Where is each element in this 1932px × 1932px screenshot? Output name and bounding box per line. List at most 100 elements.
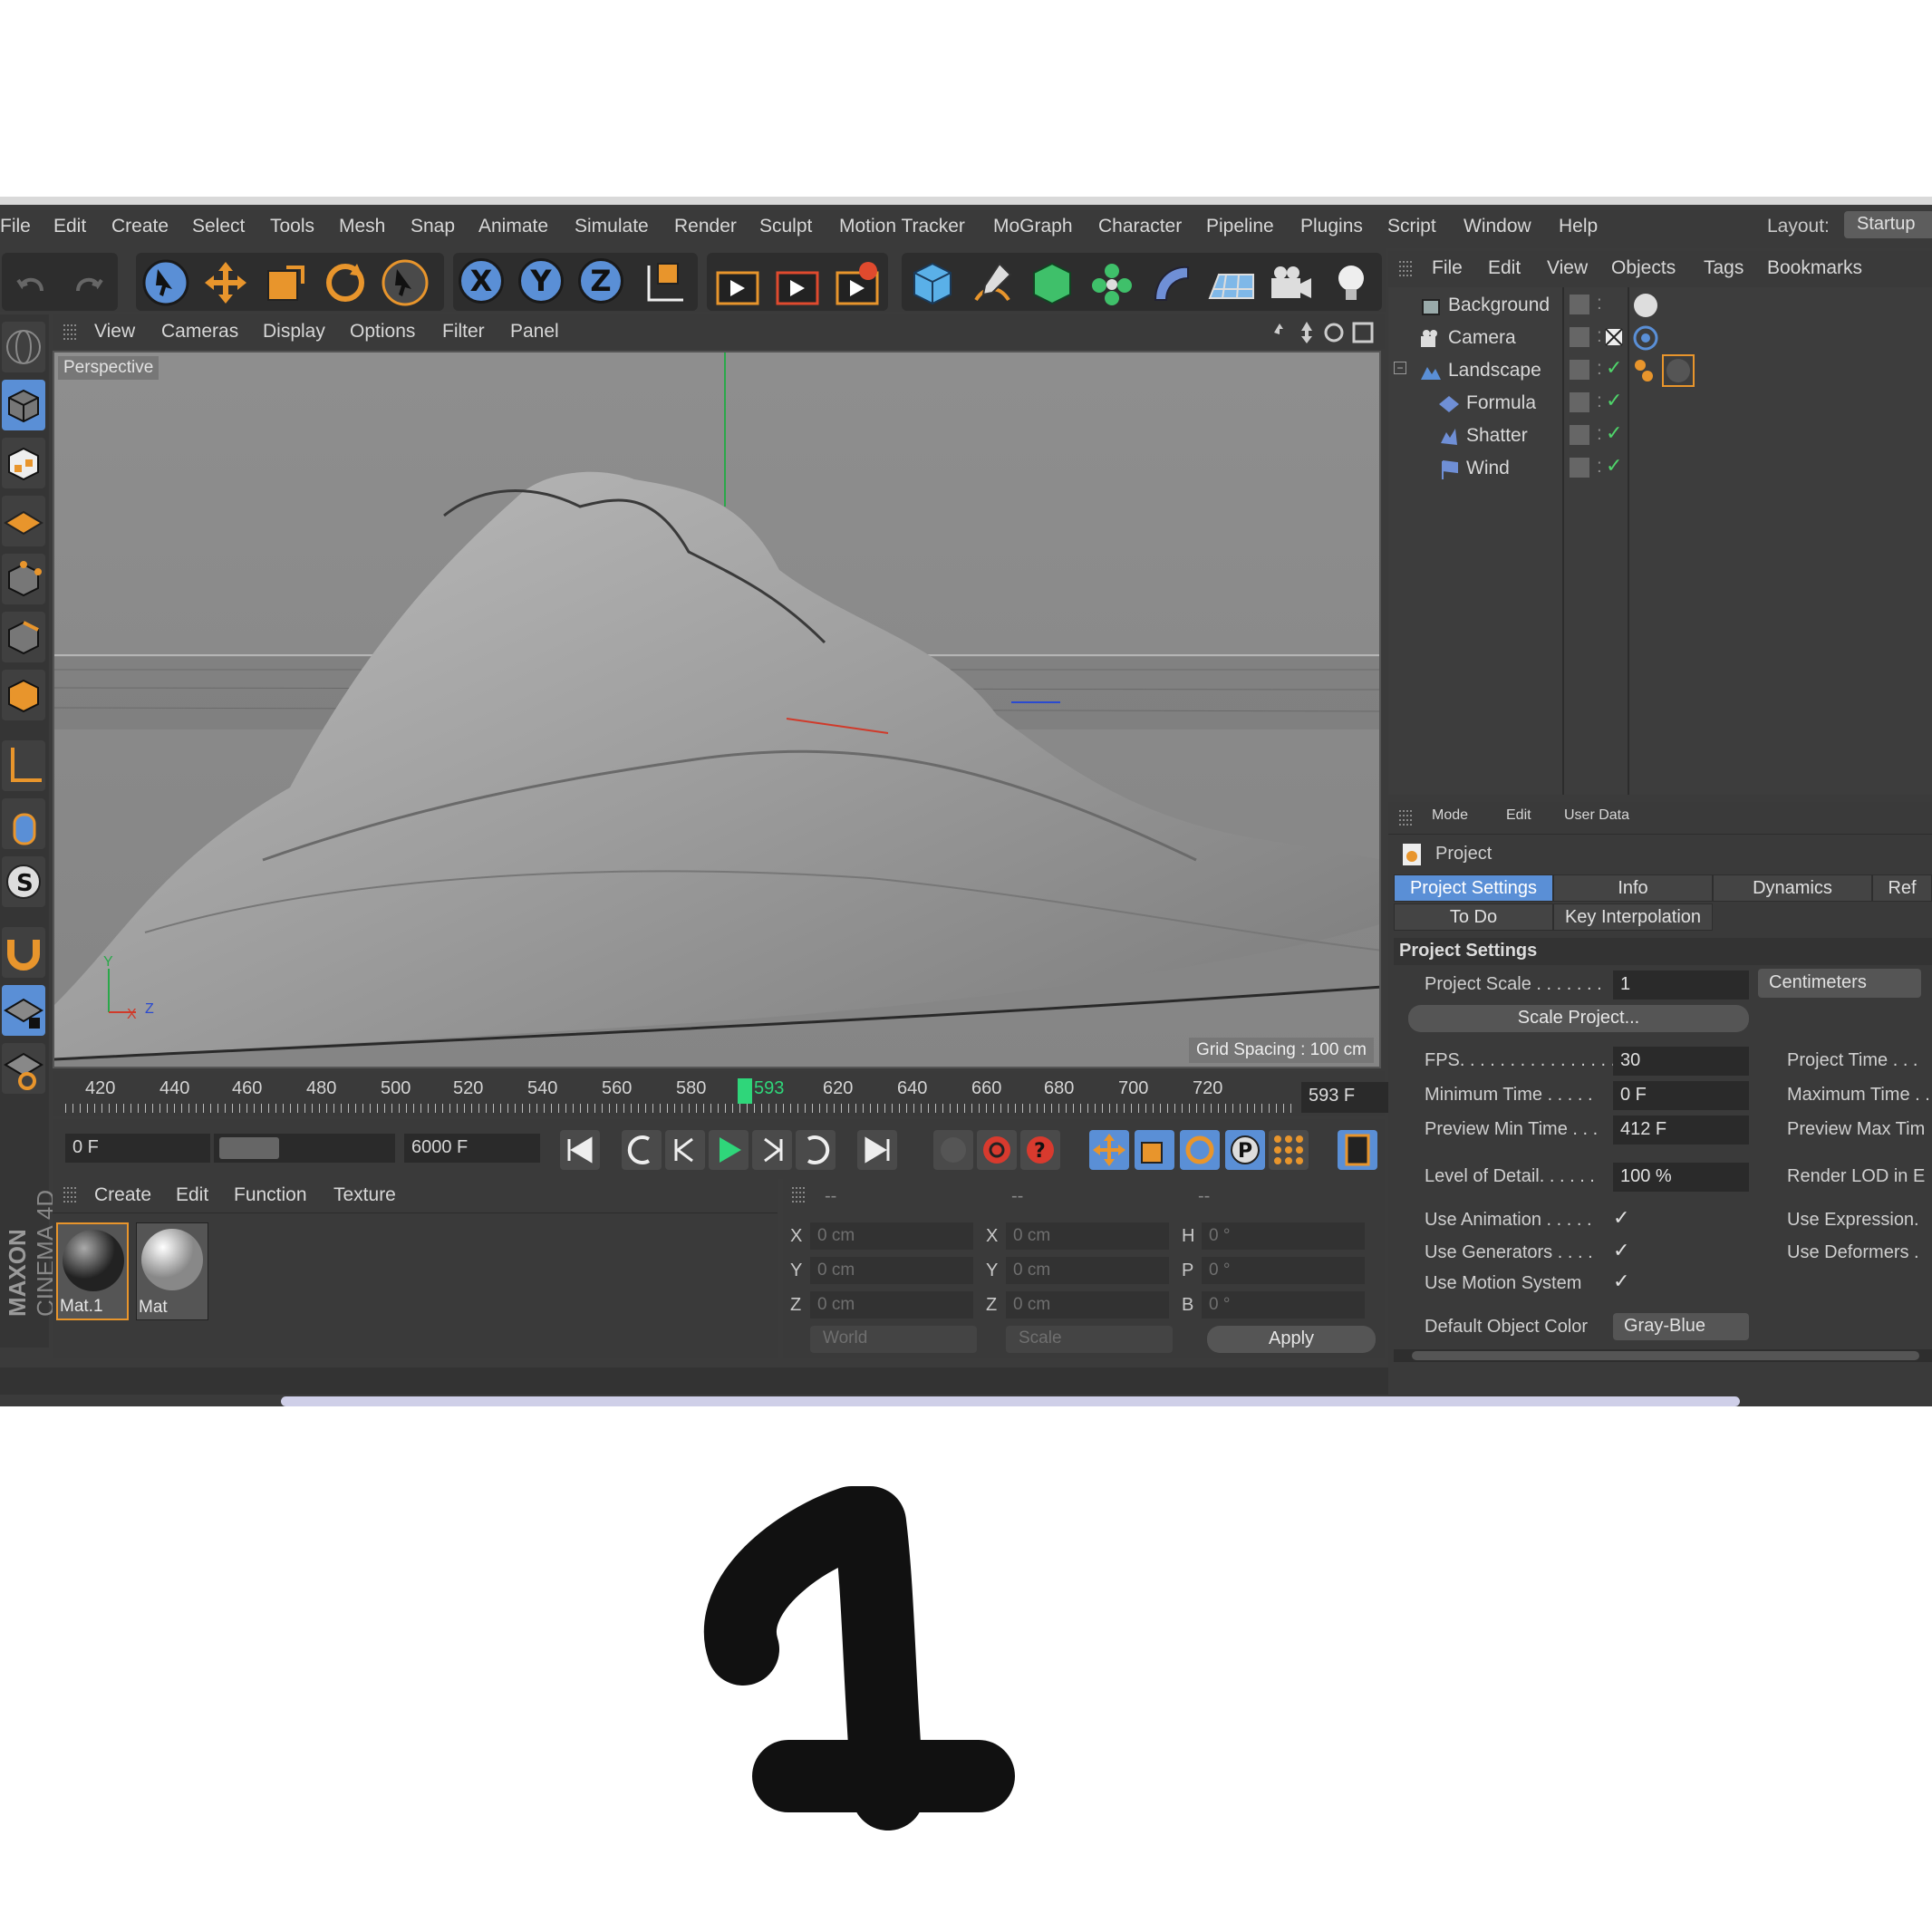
objects-menu-tags[interactable]: Tags: [1704, 257, 1744, 279]
timeline-icon[interactable]: [1338, 1130, 1377, 1170]
camera-icon[interactable]: [1266, 258, 1317, 309]
level-of-detail-field[interactable]: 100 %: [1613, 1163, 1749, 1192]
edges-mode-button[interactable]: [2, 612, 45, 662]
z-axis-button[interactable]: Z: [578, 258, 623, 304]
polygons-mode-button[interactable]: [2, 670, 45, 720]
enabled-check-icon[interactable]: ✓: [1606, 454, 1622, 478]
viewport-menu-panel[interactable]: Panel: [510, 321, 559, 343]
object-row-background[interactable]: Background :: [1388, 289, 1932, 322]
key-position-icon[interactable]: [1089, 1130, 1129, 1170]
layer-toggle[interactable]: [1570, 327, 1589, 347]
scale-project-button[interactable]: Scale Project...: [1408, 1005, 1749, 1032]
previous-key-icon[interactable]: [622, 1130, 662, 1170]
use-motion-system-checkbox[interactable]: ✓: [1613, 1270, 1629, 1293]
live-selection-icon[interactable]: [141, 258, 190, 307]
material-swatch[interactable]: Mat.1: [56, 1222, 129, 1320]
coordinate-space-dropdown[interactable]: World: [810, 1326, 977, 1353]
visibility-dots[interactable]: :: [1597, 358, 1602, 380]
layer-toggle[interactable]: [1570, 425, 1589, 445]
render-settings-icon[interactable]: [832, 258, 883, 309]
menu-plugins[interactable]: Plugins: [1300, 216, 1363, 237]
viewport-navigation-icons[interactable]: [1270, 320, 1379, 345]
viewport-label[interactable]: Perspective: [58, 356, 159, 380]
object-row-wind[interactable]: Wind : ✓: [1388, 452, 1932, 485]
next-key-icon[interactable]: [796, 1130, 836, 1170]
rotation-h-field[interactable]: 0 °: [1202, 1222, 1365, 1250]
cube-icon[interactable]: [907, 258, 958, 309]
scrollbar-thumb[interactable]: [1412, 1351, 1919, 1360]
locked-workplane-button[interactable]: [2, 985, 45, 1036]
objects-menu-objects[interactable]: Objects: [1611, 257, 1676, 279]
menu-character[interactable]: Character: [1098, 216, 1182, 237]
menu-mograph[interactable]: MoGraph: [993, 216, 1073, 237]
end-frame-field[interactable]: 6000 F: [404, 1134, 540, 1163]
protection-tag-icon[interactable]: [1604, 327, 1624, 347]
tab-info[interactable]: Info: [1553, 874, 1713, 902]
workplane-mode-button[interactable]: [2, 496, 45, 546]
default-object-color-dropdown[interactable]: Gray-Blue: [1613, 1313, 1749, 1340]
enabled-check-icon[interactable]: ✓: [1606, 389, 1622, 412]
position-y-field[interactable]: 0 cm: [810, 1257, 973, 1284]
go-to-end-icon[interactable]: [857, 1130, 897, 1170]
object-row-landscape[interactable]: − Landscape : ✓: [1388, 354, 1932, 387]
menu-simulate[interactable]: Simulate: [575, 216, 649, 237]
material-swatch[interactable]: Mat: [136, 1222, 208, 1320]
material-menu-texture[interactable]: Texture: [333, 1184, 396, 1206]
size-y-field[interactable]: 0 cm: [1006, 1257, 1169, 1284]
scale-icon[interactable]: [261, 258, 310, 307]
menu-motion-tracker[interactable]: Motion Tracker: [839, 216, 965, 237]
size-mode-dropdown[interactable]: Scale: [1006, 1326, 1173, 1353]
model-mode-button[interactable]: [2, 380, 45, 430]
render-picture-viewer-icon[interactable]: [772, 258, 823, 309]
perspective-viewport[interactable]: Perspective Y X Z Grid Spacing : 100 cm: [53, 351, 1381, 1068]
scale-unit-dropdown[interactable]: Centimeters: [1758, 969, 1921, 998]
visibility-dots[interactable]: :: [1597, 391, 1602, 412]
menu-snap[interactable]: Snap: [411, 216, 455, 237]
menu-animate[interactable]: Animate: [478, 216, 548, 237]
enable-snap-button[interactable]: [2, 927, 45, 978]
position-z-field[interactable]: 0 cm: [810, 1291, 973, 1319]
menu-pipeline[interactable]: Pipeline: [1206, 216, 1274, 237]
tab-key-interpolation[interactable]: Key Interpolation: [1553, 903, 1713, 931]
horizontal-scrollbar[interactable]: [1394, 1349, 1932, 1362]
previous-frame-icon[interactable]: [665, 1130, 705, 1170]
menu-select[interactable]: Select: [192, 216, 245, 237]
visibility-dots[interactable]: :: [1597, 325, 1602, 347]
rotate-icon[interactable]: [321, 258, 370, 307]
deformer-bend-icon[interactable]: [1146, 258, 1197, 309]
minimum-time-field[interactable]: 0 F: [1613, 1081, 1749, 1110]
tab-project-settings[interactable]: Project Settings: [1394, 874, 1553, 902]
timeline-ruler[interactable]: 420 440 460 480 500 520 540 560 580 593 …: [53, 1071, 1435, 1116]
object-row-camera[interactable]: Camera :: [1388, 322, 1932, 354]
viewport-menu-display[interactable]: Display: [263, 321, 325, 343]
go-to-start-icon[interactable]: [560, 1130, 600, 1170]
material-menu-function[interactable]: Function: [234, 1184, 307, 1206]
use-animation-checkbox[interactable]: ✓: [1613, 1206, 1629, 1230]
x-axis-button[interactable]: X: [459, 258, 504, 304]
preview-range-slider[interactable]: [214, 1134, 395, 1163]
subdivision-surface-icon[interactable]: [1027, 258, 1077, 309]
axis-mode-button[interactable]: [2, 740, 45, 791]
drag-grip-icon[interactable]: [62, 324, 80, 342]
next-frame-icon[interactable]: [752, 1130, 792, 1170]
menu-mesh[interactable]: Mesh: [339, 216, 385, 237]
menu-script[interactable]: Script: [1387, 216, 1436, 237]
fps-field[interactable]: 30: [1613, 1047, 1749, 1076]
rotation-p-field[interactable]: 0 °: [1202, 1257, 1365, 1284]
viewport-menu-options[interactable]: Options: [350, 321, 415, 343]
undo-icon[interactable]: [14, 266, 51, 302]
coordinate-system-icon[interactable]: [638, 258, 689, 309]
size-z-field[interactable]: 0 cm: [1006, 1291, 1169, 1319]
material-menu-edit[interactable]: Edit: [176, 1184, 208, 1206]
tab-to-do[interactable]: To Do: [1394, 903, 1553, 931]
tweak-mode-button[interactable]: [2, 798, 45, 849]
layer-toggle[interactable]: [1570, 458, 1589, 478]
position-x-field[interactable]: 0 cm: [810, 1222, 973, 1250]
visibility-dots[interactable]: :: [1597, 456, 1602, 478]
snap-settings-button[interactable]: S: [2, 856, 45, 907]
apply-button[interactable]: Apply: [1207, 1326, 1376, 1353]
enabled-check-icon[interactable]: ✓: [1606, 421, 1622, 445]
layer-toggle[interactable]: [1570, 295, 1589, 314]
points-mode-button[interactable]: [2, 554, 45, 604]
objects-menu-edit[interactable]: Edit: [1488, 257, 1521, 279]
